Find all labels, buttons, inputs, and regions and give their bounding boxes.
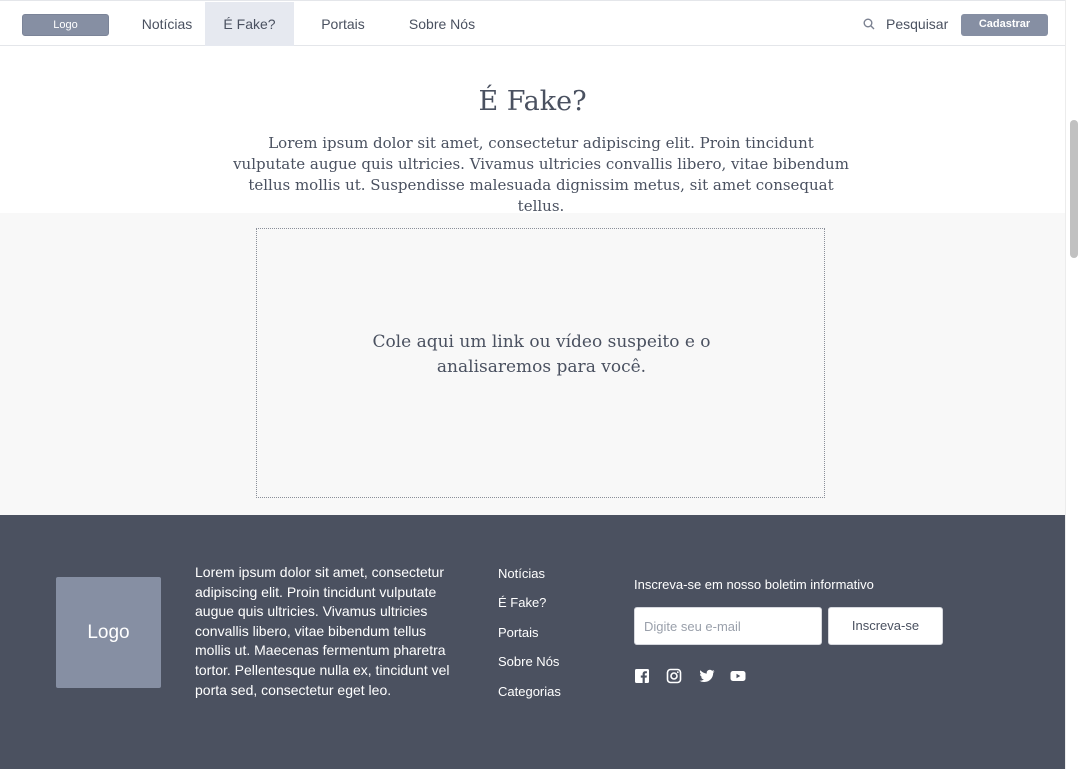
- page: Logo Notícias É Fake? Portais Sobre Nós …: [0, 0, 1065, 769]
- page-scrollbar[interactable]: [1065, 0, 1080, 769]
- page-title: É Fake?: [478, 86, 587, 117]
- footer-link-noticias[interactable]: Notícias: [498, 566, 561, 595]
- footer-link-e-fake[interactable]: É Fake?: [498, 595, 561, 624]
- youtube-icon[interactable]: [730, 668, 746, 684]
- newsletter-subscribe-button[interactable]: Inscreva-se: [828, 607, 943, 645]
- page-description: Lorem ipsum dolor sit amet, consectetur …: [233, 134, 849, 215]
- link-dropzone[interactable]: Cole aqui um link ou vídeo suspeito e o …: [256, 228, 825, 498]
- twitter-icon[interactable]: [699, 668, 715, 684]
- footer-about-text: Lorem ipsum dolor sit amet, consectetur …: [195, 564, 450, 698]
- facebook-icon[interactable]: [634, 668, 650, 684]
- footer: Logo Lorem ipsum dolor sit amet, consect…: [0, 515, 1065, 769]
- search-button[interactable]: Pesquisar: [863, 1, 948, 47]
- newsletter-email-input[interactable]: [634, 607, 822, 645]
- footer-link-portais[interactable]: Portais: [498, 625, 561, 654]
- nav-item-e-fake[interactable]: É Fake?: [205, 2, 294, 46]
- search-icon: [863, 18, 875, 30]
- footer-logo[interactable]: Logo: [56, 577, 161, 688]
- nav-item-sobre-nos[interactable]: Sobre Nós: [400, 2, 484, 46]
- footer-link-sobre-nos[interactable]: Sobre Nós: [498, 654, 561, 683]
- footer-links: Notícias É Fake? Portais Sobre Nós Categ…: [498, 566, 561, 713]
- top-navbar: Logo Notícias É Fake? Portais Sobre Nós …: [0, 0, 1065, 46]
- newsletter-label: Inscreva-se em nosso boletim informativo: [634, 577, 874, 592]
- search-label: Pesquisar: [886, 16, 949, 32]
- footer-link-categorias[interactable]: Categorias: [498, 684, 561, 713]
- scrollbar-thumb[interactable]: [1070, 120, 1078, 258]
- logo[interactable]: Logo: [22, 14, 109, 36]
- signup-button[interactable]: Cadastrar: [961, 14, 1048, 36]
- link-submit-section: Cole aqui um link ou vídeo suspeito e o …: [0, 213, 1065, 515]
- dropzone-instructions: Cole aqui um link ou vídeo suspeito e o …: [372, 332, 711, 377]
- nav-item-noticias[interactable]: Notícias: [131, 2, 203, 46]
- instagram-icon[interactable]: [666, 668, 682, 684]
- nav-item-portais[interactable]: Portais: [302, 2, 384, 46]
